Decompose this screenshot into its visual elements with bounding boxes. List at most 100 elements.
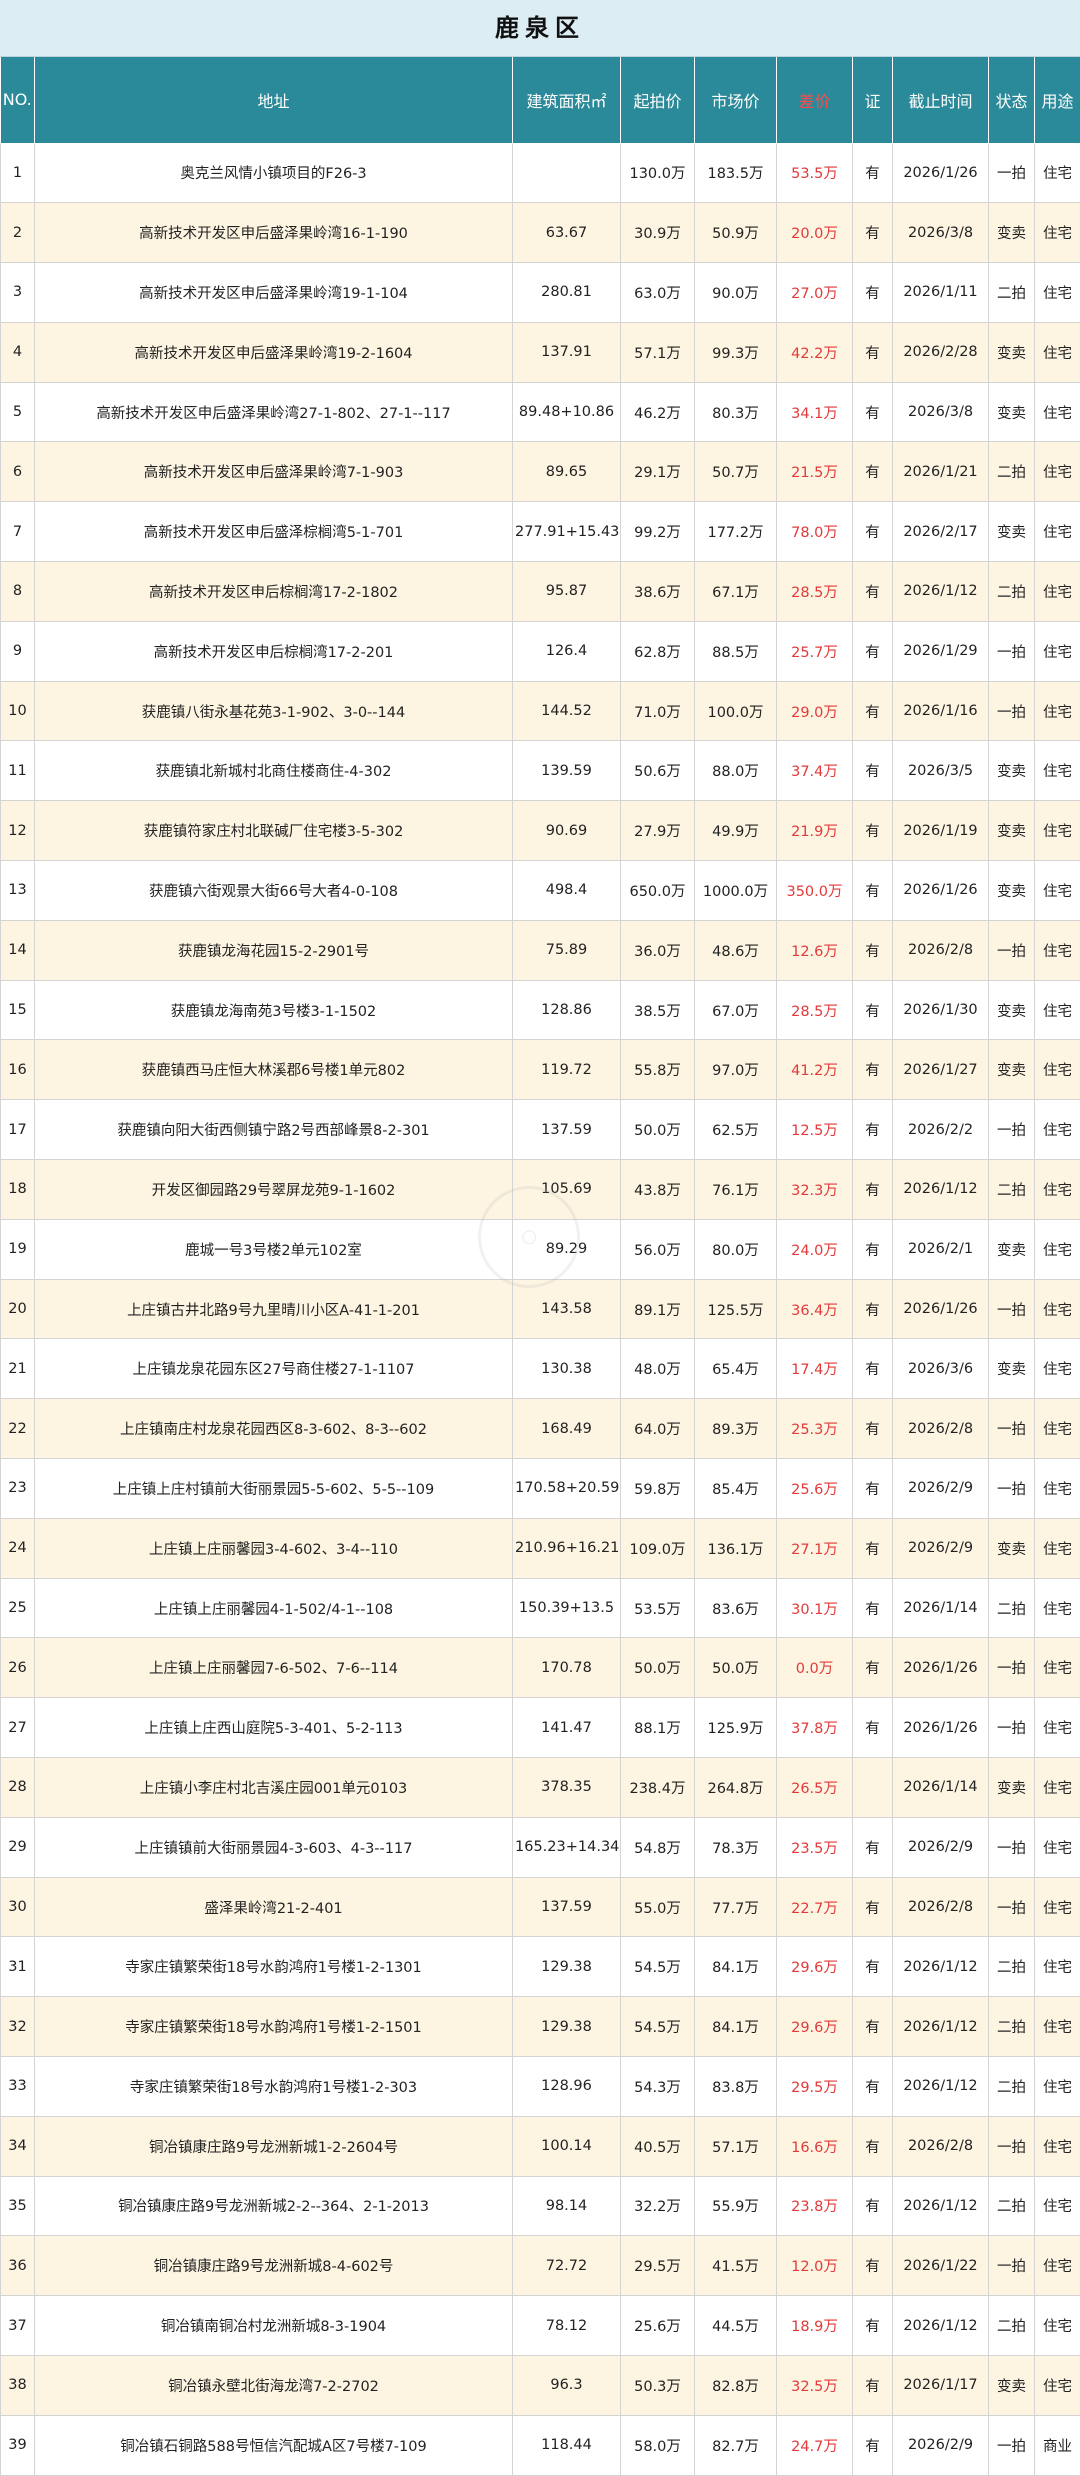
row-start-price: 50.0万	[621, 1100, 695, 1160]
row-area: 170.58+20.59	[513, 1459, 621, 1519]
header-start-price: 起拍价	[621, 57, 695, 143]
row-status: 二拍	[989, 2176, 1035, 2236]
table-row: 4高新技术开发区申后盛泽果岭湾19-2-1604137.9157.1万99.3万…	[1, 322, 1080, 382]
row-status: 一拍	[989, 1279, 1035, 1339]
row-deadline: 2026/1/26	[893, 1638, 989, 1698]
row-market-price: 44.5万	[695, 2296, 777, 2356]
row-start-price: 54.8万	[621, 1817, 695, 1877]
row-cert: 有	[853, 621, 893, 681]
row-market-price: 50.7万	[695, 442, 777, 502]
row-usage: 住宅	[1035, 502, 1080, 562]
row-start-price: 59.8万	[621, 1459, 695, 1519]
row-area	[513, 143, 621, 203]
row-address: 高新技术开发区申后盛泽果岭湾27-1-802、27-1--117	[35, 382, 513, 442]
row-no: 4	[1, 322, 35, 382]
row-diff: 26.5万	[777, 1758, 853, 1818]
row-start-price: 64.0万	[621, 1399, 695, 1459]
row-address: 铜冶镇康庄路9号龙洲新城1-2-2604号	[35, 2116, 513, 2176]
row-address: 获鹿镇八街永基花苑3-1-902、3-0--144	[35, 681, 513, 741]
row-market-price: 99.3万	[695, 322, 777, 382]
row-usage: 住宅	[1035, 1758, 1080, 1818]
row-cert: 有	[853, 741, 893, 801]
row-diff: 34.1万	[777, 382, 853, 442]
row-no: 7	[1, 502, 35, 562]
header-market-price: 市场价	[695, 57, 777, 143]
row-deadline: 2026/3/8	[893, 203, 989, 263]
row-address: 获鹿镇符家庄村北联碱厂住宅楼3-5-302	[35, 801, 513, 861]
row-market-price: 83.8万	[695, 2057, 777, 2117]
row-market-price: 80.3万	[695, 382, 777, 442]
row-usage: 商业	[1035, 2415, 1080, 2475]
row-no: 20	[1, 1279, 35, 1339]
row-area: 128.96	[513, 2057, 621, 2117]
row-market-price: 84.1万	[695, 1997, 777, 2057]
row-area: 170.78	[513, 1638, 621, 1698]
row-cert: 有	[853, 1100, 893, 1160]
row-status: 变卖	[989, 1758, 1035, 1818]
table-body: 1奥克兰风情小镇项目的F26-3130.0万183.5万53.5万有2026/1…	[1, 143, 1080, 2475]
row-start-price: 55.8万	[621, 1040, 695, 1100]
row-market-price: 76.1万	[695, 1160, 777, 1220]
row-cert: 有	[853, 681, 893, 741]
row-area: 89.48+10.86	[513, 382, 621, 442]
row-diff: 16.6万	[777, 2116, 853, 2176]
row-no: 13	[1, 861, 35, 921]
table-row: 16获鹿镇西马庄恒大林溪郡6号楼1单元802119.7255.8万97.0万41…	[1, 1040, 1080, 1100]
table-row: 3高新技术开发区申后盛泽果岭湾19-1-104280.8163.0万90.0万2…	[1, 263, 1080, 323]
row-deadline: 2026/1/26	[893, 861, 989, 921]
row-address: 上庄镇上庄西山庭院5-3-401、5-2-113	[35, 1698, 513, 1758]
row-start-price: 50.6万	[621, 741, 695, 801]
row-cert: 有	[853, 322, 893, 382]
row-market-price: 97.0万	[695, 1040, 777, 1100]
row-address: 铜冶镇永壁北街海龙湾7-2-2702	[35, 2355, 513, 2415]
row-start-price: 50.3万	[621, 2355, 695, 2415]
row-deadline: 2026/1/27	[893, 1040, 989, 1100]
row-market-price: 100.0万	[695, 681, 777, 741]
row-no: 5	[1, 382, 35, 442]
table-row: 32寺家庄镇繁荣街18号水韵鸿府1号楼1-2-1501129.3854.5万84…	[1, 1997, 1080, 2057]
row-address: 奥克兰风情小镇项目的F26-3	[35, 143, 513, 203]
row-address: 开发区御园路29号翠屏龙苑9-1-1602	[35, 1160, 513, 1220]
row-usage: 住宅	[1035, 1877, 1080, 1937]
row-start-price: 48.0万	[621, 1339, 695, 1399]
row-area: 128.86	[513, 980, 621, 1040]
row-diff: 29.5万	[777, 2057, 853, 2117]
row-no: 10	[1, 681, 35, 741]
row-market-price: 67.0万	[695, 980, 777, 1040]
row-cert: 有	[853, 2176, 893, 2236]
row-usage: 住宅	[1035, 1518, 1080, 1578]
row-area: 98.14	[513, 2176, 621, 2236]
row-usage: 住宅	[1035, 2236, 1080, 2296]
row-diff: 32.5万	[777, 2355, 853, 2415]
row-address: 盛泽果岭湾21-2-401	[35, 1877, 513, 1937]
row-diff: 30.1万	[777, 1578, 853, 1638]
row-market-price: 83.6万	[695, 1578, 777, 1638]
row-no: 17	[1, 1100, 35, 1160]
row-no: 14	[1, 920, 35, 980]
row-usage: 住宅	[1035, 2296, 1080, 2356]
table-row: 11获鹿镇北新城村北商住楼商住-4-302139.5950.6万88.0万37.…	[1, 741, 1080, 801]
row-address: 寺家庄镇繁荣街18号水韵鸿府1号楼1-2-303	[35, 2057, 513, 2117]
row-address: 上庄镇上庄丽馨园3-4-602、3-4--110	[35, 1518, 513, 1578]
row-no: 1	[1, 143, 35, 203]
row-cert: 有	[853, 2415, 893, 2475]
row-address: 高新技术开发区申后棕榈湾17-2-201	[35, 621, 513, 681]
table-row: 27上庄镇上庄西山庭院5-3-401、5-2-113141.4788.1万125…	[1, 1698, 1080, 1758]
table-row: 6高新技术开发区申后盛泽果岭湾7-1-90389.6529.1万50.7万21.…	[1, 442, 1080, 502]
row-status: 变卖	[989, 322, 1035, 382]
row-diff: 21.9万	[777, 801, 853, 861]
row-no: 39	[1, 2415, 35, 2475]
row-address: 寺家庄镇繁荣街18号水韵鸿府1号楼1-2-1501	[35, 1997, 513, 2057]
row-diff: 12.5万	[777, 1100, 853, 1160]
row-status: 变卖	[989, 1339, 1035, 1399]
row-start-price: 32.2万	[621, 2176, 695, 2236]
row-no: 25	[1, 1578, 35, 1638]
row-diff: 21.5万	[777, 442, 853, 502]
row-market-price: 84.1万	[695, 1937, 777, 1997]
row-deadline: 2026/2/8	[893, 920, 989, 980]
row-start-price: 40.5万	[621, 2116, 695, 2176]
row-diff: 29.6万	[777, 1997, 853, 2057]
table-row: 24上庄镇上庄丽馨园3-4-602、3-4--110210.96+16.2110…	[1, 1518, 1080, 1578]
row-no: 11	[1, 741, 35, 801]
row-cert: 有	[853, 263, 893, 323]
